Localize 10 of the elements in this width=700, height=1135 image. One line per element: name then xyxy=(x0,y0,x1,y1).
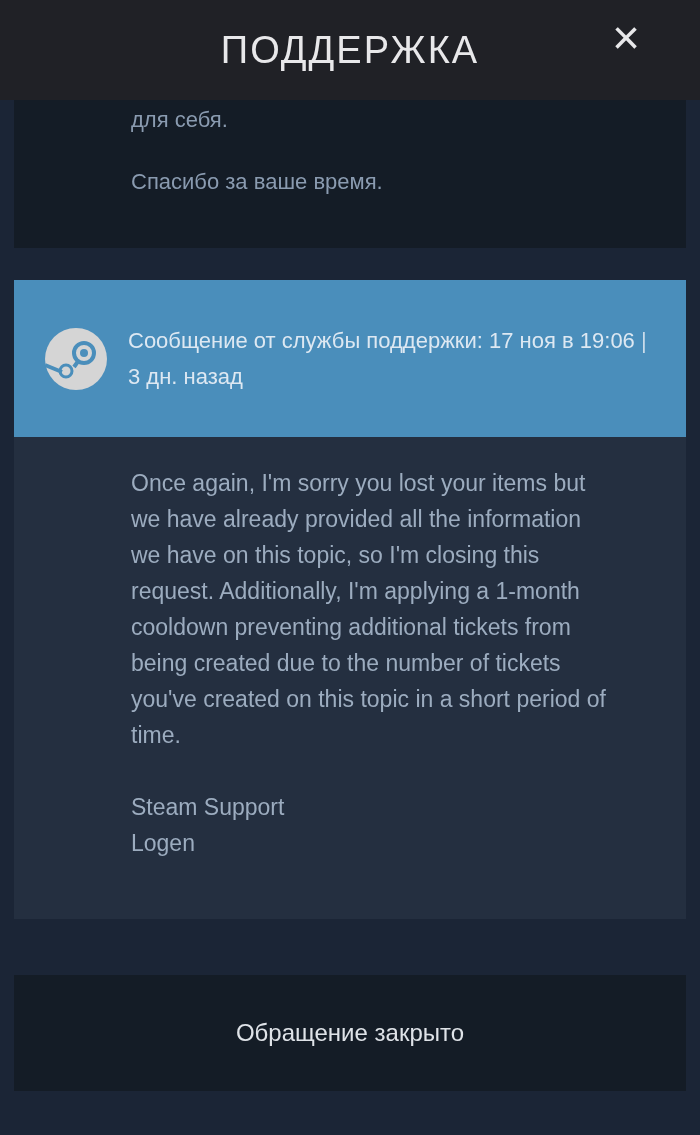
ticket-status-button[interactable]: Обращение закрыто xyxy=(14,975,686,1091)
message-text: для себя. xyxy=(131,106,229,134)
steam-logo-icon xyxy=(44,326,108,391)
page-title: ПОДДЕРЖКА xyxy=(220,27,480,73)
message-text: Спасибо за ваше время. xyxy=(131,168,384,196)
message-meta: Сообщение от службы поддержки: 17 ноя в 19:06 | 3 дн. назад xyxy=(128,326,648,391)
signature-line: Steam Support xyxy=(131,793,286,822)
message-text: Once again, I'm sorry you lost your items but we have already provided all the information we have on this topic, so I'm closing this request. Additionally, I'm applying a 1-month cooldown preventing additional tickets from being created due to the number of tickets you've created on this topic in a short period of time. xyxy=(131,469,607,750)
close-button[interactable]: × xyxy=(611,14,640,62)
signature-line: Logen xyxy=(131,829,196,858)
